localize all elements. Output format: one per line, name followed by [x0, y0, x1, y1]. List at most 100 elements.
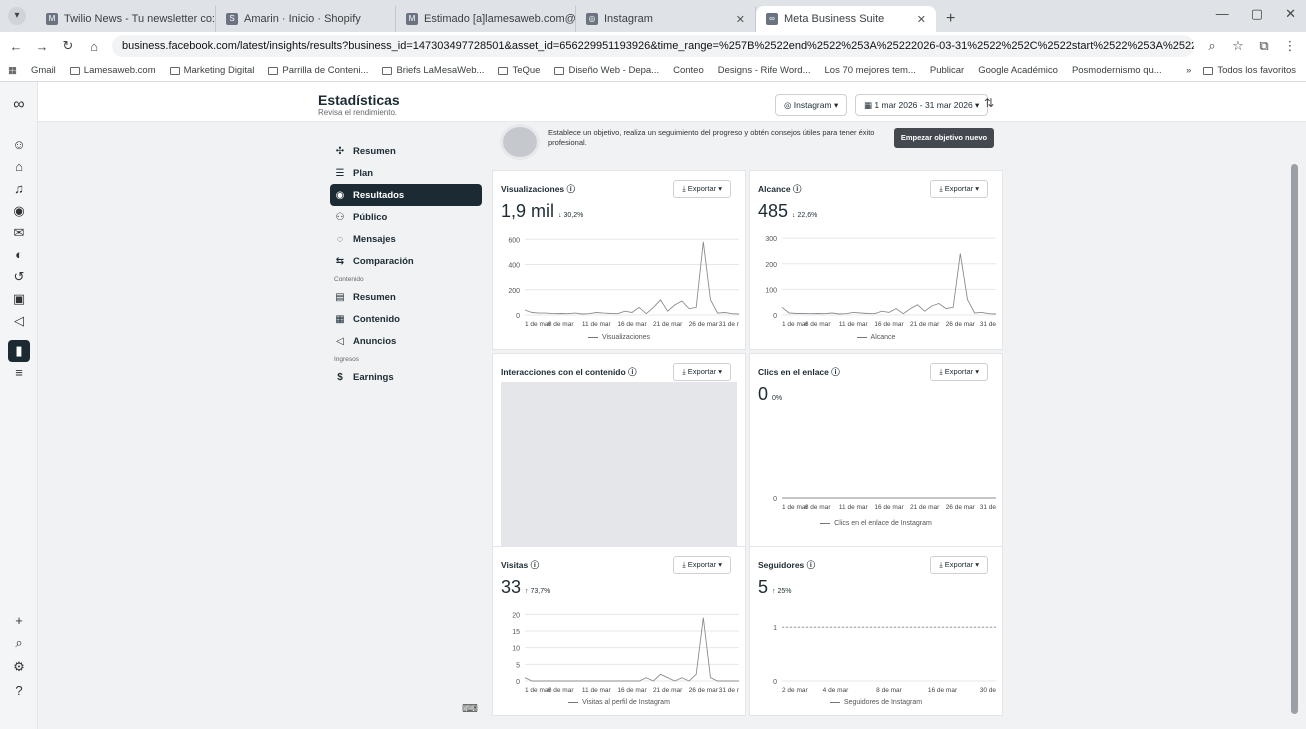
account-select[interactable]: ◎ Instagram ▾: [775, 94, 848, 116]
nav-item-contenido[interactable]: ▦ Contenido: [330, 308, 482, 330]
all-bookmarks[interactable]: Todos los favoritos: [1203, 65, 1296, 76]
nav-item-resultados[interactable]: ◉ Resultados: [330, 184, 482, 206]
bookmark-item[interactable]: Publicar: [930, 65, 964, 76]
bookmark-item[interactable]: Briefs LaMesaWeb...: [382, 65, 484, 76]
search-icon[interactable]: ⌕: [8, 632, 30, 654]
menu-icon[interactable]: ⋮: [1282, 38, 1298, 54]
info-icon[interactable]: ⓘ: [831, 367, 840, 377]
overview-icon: ✣: [335, 145, 345, 157]
star-icon[interactable]: ☆: [1230, 38, 1246, 54]
more-menu-icon[interactable]: ≡: [8, 362, 30, 384]
nav-section-label: Contenido: [334, 276, 364, 283]
help-icon[interactable]: ?: [8, 680, 30, 702]
minimize-icon[interactable]: —: [1216, 6, 1229, 22]
keyboard-shortcuts-icon[interactable]: ⌨: [462, 702, 478, 715]
new-tab-button[interactable]: +: [936, 6, 965, 32]
people-icon: ⚇: [335, 211, 345, 223]
filter-icon[interactable]: ⇅: [984, 96, 994, 110]
inbox-icon[interactable]: ✉: [8, 222, 30, 244]
browser-tab[interactable]: S Amarin · Inicio · Shopify: [216, 6, 396, 32]
avatar-icon[interactable]: ☺: [8, 134, 30, 156]
browser-tab-active[interactable]: ∞ Meta Business Suite ✕: [756, 6, 936, 32]
start-goal-button[interactable]: Empezar objetivo nuevo: [894, 128, 994, 148]
megaphone-icon[interactable]: ◁: [8, 310, 30, 332]
home-icon[interactable]: ⌂: [8, 156, 30, 178]
extensions-icon[interactable]: ⧉: [1256, 38, 1272, 54]
browser-tab[interactable]: MEstimado [a]lamesaweb.com@✕: [396, 6, 576, 32]
browser-tab[interactable]: MTwilio News - Tu newsletter co:✕: [36, 6, 216, 32]
ads-icon[interactable]: ▣: [8, 288, 30, 310]
nav-item-resumen[interactable]: ✣ Resumen: [330, 140, 482, 162]
content-icon[interactable]: ◐: [8, 244, 30, 266]
comments-icon[interactable]: ↺: [8, 266, 30, 288]
info-icon[interactable]: ⓘ: [567, 184, 576, 194]
tab-search-icon[interactable]: ▾: [8, 7, 26, 25]
nav-item-comparacion[interactable]: ⇆ Comparación: [330, 250, 482, 272]
compare-icon: ⇆: [335, 255, 345, 267]
export-button[interactable]: ⤓ Exportar ▾: [930, 180, 988, 198]
bookmark-item[interactable]: Posmodernismo qu...: [1072, 65, 1162, 76]
tab-label: Amarin · Inicio · Shopify: [244, 13, 361, 25]
close-window-icon[interactable]: ✕: [1285, 6, 1296, 22]
bookmark-item[interactable]: Marketing Digital: [169, 65, 254, 76]
browser-tab[interactable]: ◎ Instagram ✕: [576, 6, 756, 32]
y-tick-label: 200: [765, 262, 777, 269]
nav-item-content-resumen[interactable]: ▤ Resumen: [330, 286, 482, 308]
y-tick-label: 100: [765, 287, 777, 294]
export-button[interactable]: ⤓ Exportar ▾: [673, 556, 731, 574]
export-button[interactable]: ⤓ Exportar ▾: [673, 180, 731, 198]
chart-visitas: 051015201 de mar6 de mar 11 de mar 16 de m…: [512, 612, 740, 694]
tab-label: Instagram: [604, 13, 653, 25]
page-scrollbar[interactable]: [1291, 164, 1298, 714]
x-tick-label: 11 de mar: [582, 687, 612, 694]
back-icon[interactable]: ←: [8, 39, 24, 54]
nav-item-earnings[interactable]: $ Earnings: [330, 366, 482, 388]
home-icon[interactable]: ⌂: [86, 39, 102, 54]
close-icon[interactable]: ✕: [917, 13, 926, 26]
bookmark-item[interactable]: Los 70 mejores tem...: [825, 65, 916, 76]
bookmark-item[interactable]: Conteo: [673, 65, 704, 76]
apps-icon[interactable]: ▦: [8, 65, 17, 76]
nav-item-plan[interactable]: ☰ Plan: [330, 162, 482, 184]
card-interacciones: Interacciones con el contenido ⓘ ⤓ Expor…: [492, 353, 746, 554]
x-tick-label: 6 de mar: [548, 687, 574, 694]
export-button[interactable]: ⤓ Exportar ▾: [930, 556, 988, 574]
message-icon: ◌: [337, 233, 343, 245]
restore-icon[interactable]: ▢: [1251, 6, 1263, 22]
nav-item-anuncios[interactable]: ◁ Anuncios: [330, 330, 482, 352]
info-icon[interactable]: ⓘ: [628, 367, 637, 377]
bookmark-item[interactable]: Gmail: [31, 65, 56, 76]
bookmark-overflow-icon[interactable]: »: [1186, 65, 1191, 76]
close-icon[interactable]: ✕: [736, 13, 745, 26]
plus-icon[interactable]: +: [8, 610, 30, 632]
date-range-select[interactable]: ▦ 1 mar 2026 - 31 mar 2026 ▾: [855, 94, 989, 116]
meta-logo-icon[interactable]: ∞: [8, 94, 30, 116]
bookmark-item[interactable]: Lamesaweb.com: [69, 65, 156, 76]
bookmark-item[interactable]: Google Académico: [978, 65, 1058, 76]
export-button[interactable]: ⤓ Exportar ▾: [930, 363, 988, 381]
chart-legend: Clics en el enlace de Instagram: [750, 520, 1002, 527]
zoom-icon[interactable]: ⌕: [1204, 38, 1220, 54]
info-icon[interactable]: ⓘ: [531, 560, 540, 570]
folder-icon: [1203, 66, 1214, 75]
bookmark-item[interactable]: Designs - Rife Word...: [718, 65, 811, 76]
insights-nav: ✣ Resumen ☰ Plan ◉ Resultados ⚇ Público ◌ Men…: [330, 140, 482, 388]
reload-icon[interactable]: ↻: [60, 38, 76, 54]
metric-value: 0 0%: [758, 384, 783, 404]
info-icon[interactable]: ⓘ: [807, 560, 816, 570]
nav-item-publico[interactable]: ⚇ Público: [330, 206, 482, 228]
goal-text: Establece un objetivo, realiza un seguim…: [548, 128, 875, 147]
planner-icon[interactable]: ◉: [8, 200, 30, 222]
export-button[interactable]: ⤓ Exportar ▾: [673, 363, 731, 381]
insights-icon[interactable]: ▮: [8, 340, 30, 362]
settings-icon[interactable]: ⚙: [8, 656, 30, 678]
nav-item-mensajes[interactable]: ◌ Mensajes: [330, 228, 482, 250]
url-field[interactable]: business.facebook.com/latest/insights/re…: [112, 35, 1194, 57]
bookmark-item[interactable]: Diseño Web - Depa...: [554, 65, 659, 76]
bookmark-item[interactable]: Parrilla de Conteni...: [268, 65, 368, 76]
info-icon[interactable]: ⓘ: [793, 184, 802, 194]
y-tick-label: 600: [508, 237, 520, 244]
bookmark-item[interactable]: TeQue: [498, 65, 540, 76]
forward-icon[interactable]: →: [34, 39, 50, 54]
notifications-icon[interactable]: ♫: [8, 178, 30, 200]
